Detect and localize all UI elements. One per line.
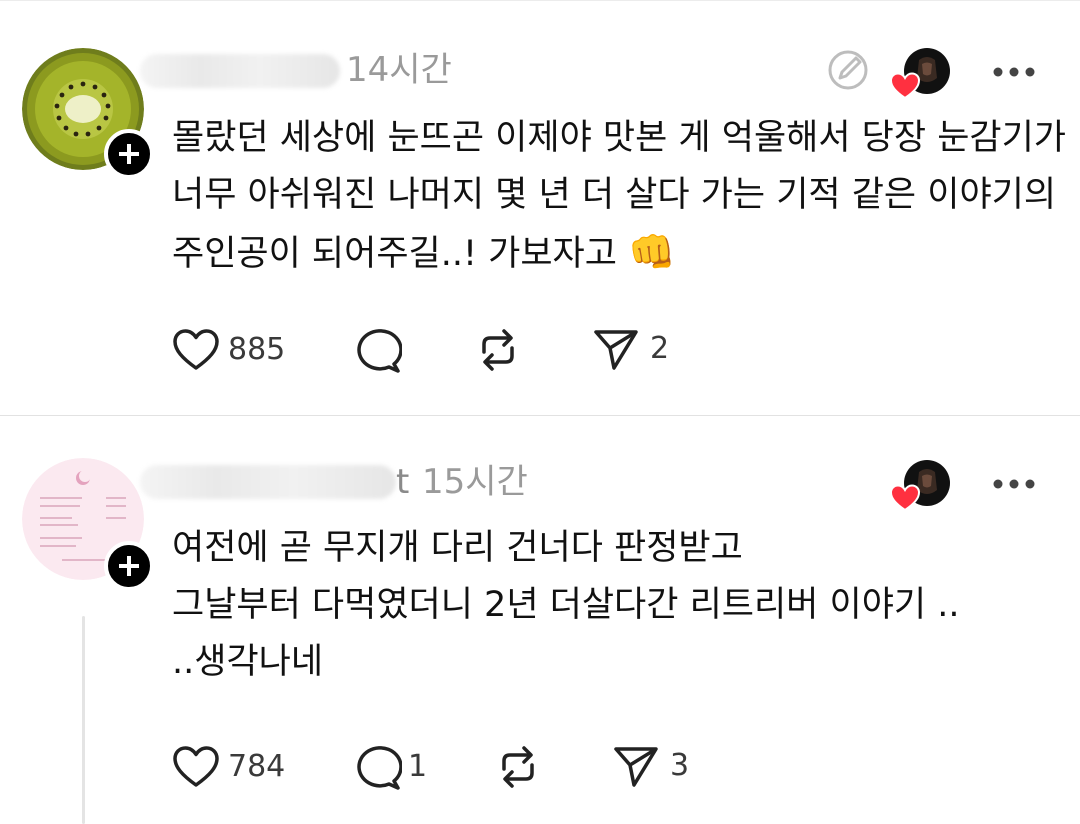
like-button[interactable]: 784: [172, 745, 285, 789]
ellipsis-icon[interactable]: [992, 66, 1036, 78]
fist-emoji: 👊: [628, 230, 676, 274]
repost-button[interactable]: [474, 326, 522, 374]
repost-button[interactable]: [494, 743, 542, 791]
post-time: 15시간: [422, 462, 528, 502]
post-body-line: 주인공이 되어주길..! 가보자고 👊: [172, 230, 676, 274]
follow-button[interactable]: [104, 129, 154, 179]
share-button[interactable]: 2: [592, 326, 669, 372]
heart-outline-icon: [173, 746, 219, 787]
post-time: 14시간: [346, 50, 452, 90]
paper-plane-icon: [594, 330, 638, 370]
username-suffix[interactable]: t: [396, 462, 409, 502]
ellipsis-icon[interactable]: [992, 478, 1036, 490]
post-body: 여전에 곧 무지개 다리 건너다 판정받고 그날부터 다먹였더니 2년 더살다간…: [172, 520, 959, 691]
share-button[interactable]: 3: [612, 743, 689, 789]
like-count: 784: [228, 749, 286, 784]
plus-icon: [119, 144, 139, 164]
share-count: 2: [650, 331, 670, 366]
post-body-line: 몰랐던 세상에 눈뜨곤 이제야 맛본 게 억울해서 당장 눈감기가: [172, 118, 1067, 158]
paper-plane-icon: [614, 747, 658, 787]
post-body-line: 그날부터 다먹였더니 2년 더살다간 리트리버 이야기 ..: [172, 585, 960, 625]
plus-icon: [119, 556, 139, 576]
edit-pencil-circle-icon[interactable]: [826, 48, 870, 92]
thread-line: [82, 616, 85, 824]
post-body-line: 여전에 곧 무지개 다리 건너다 판정받고: [172, 528, 743, 568]
like-button[interactable]: 885: [172, 328, 285, 372]
post-body-line: ..생각나네: [172, 642, 324, 682]
username[interactable]: [140, 465, 396, 499]
reply-button[interactable]: 1: [352, 743, 427, 791]
repost-arrows-icon: [482, 329, 514, 371]
repost-arrows-icon: [502, 746, 534, 788]
speech-bubble-icon: [357, 329, 402, 373]
heart-outline-icon: [173, 329, 219, 370]
like-count: 885: [228, 332, 286, 367]
username[interactable]: [140, 54, 340, 88]
post: t 15시간 여전에 곧 무지개 다리 건너다 판정받고 그날부터 다먹였더니 …: [0, 416, 1080, 824]
share-count: 3: [670, 748, 690, 783]
post: 14시간 몰랐던 세상에 눈뜨곤 이제야 맛본 게 억울해서 당장 눈감기가 너…: [0, 0, 1080, 415]
red-heart-icon: [890, 72, 920, 100]
red-heart-icon: [890, 484, 920, 512]
post-body: 몰랐던 세상에 눈뜨곤 이제야 맛본 게 억울해서 당장 눈감기가 너무 아쉬워…: [172, 110, 1066, 281]
reply-count: 1: [408, 749, 428, 784]
follow-button[interactable]: [104, 541, 154, 591]
reply-button[interactable]: [352, 326, 402, 374]
speech-bubble-icon: [357, 746, 402, 790]
post-body-line: 너무 아쉬워진 나머지 몇 년 더 살다 가는 기적 같은 이야기의: [172, 175, 1057, 215]
